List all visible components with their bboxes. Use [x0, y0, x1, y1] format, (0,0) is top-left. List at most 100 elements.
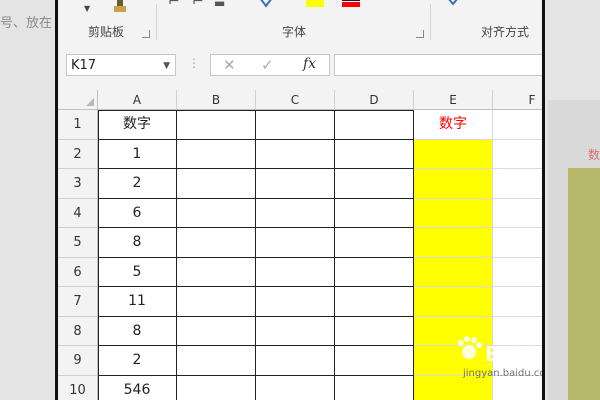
cell-e5[interactable]	[414, 228, 493, 258]
watermark: Baidu经验 jingyan.baidu.com	[455, 332, 545, 388]
chevron-down-icon[interactable]: ▼	[163, 55, 170, 77]
cell-e7[interactable]	[414, 287, 493, 317]
cell-b5[interactable]	[177, 228, 256, 258]
cancel-icon[interactable]: ✕	[223, 56, 236, 74]
formula-input[interactable]	[334, 54, 542, 76]
row-header[interactable]: 8	[58, 316, 98, 346]
cell-c1[interactable]	[256, 110, 335, 140]
cell-a10[interactable]: 546	[98, 375, 177, 400]
cell-f3[interactable]	[493, 169, 542, 199]
row-header[interactable]: 1	[58, 110, 98, 140]
cell-b8[interactable]	[177, 316, 256, 346]
row-header[interactable]: 3	[58, 169, 98, 199]
column-header-c[interactable]: C	[256, 90, 335, 110]
dropdown-arrow-icon[interactable]: ▼	[84, 4, 90, 13]
row-header[interactable]: 10	[58, 375, 98, 400]
cell-c2[interactable]	[256, 139, 335, 169]
cell-a3[interactable]: 2	[98, 169, 177, 199]
cell-b7[interactable]	[177, 287, 256, 317]
cell-c7[interactable]	[256, 287, 335, 317]
cell-a1[interactable]: 数字	[98, 110, 177, 140]
formula-bar: K17 ▼ ⋮ ✕ ✓ fx	[58, 44, 542, 91]
font-color-icon[interactable]	[342, 0, 360, 8]
cell-c3[interactable]	[256, 169, 335, 199]
cell-b2[interactable]	[177, 139, 256, 169]
cell-c9[interactable]	[256, 346, 335, 376]
row-header[interactable]: 4	[58, 198, 98, 228]
name-box-value: K17	[71, 58, 97, 73]
cell-c10[interactable]	[256, 375, 335, 400]
cell-b1[interactable]	[177, 110, 256, 140]
row-header[interactable]: 2	[58, 139, 98, 169]
cell-e2[interactable]	[414, 139, 493, 169]
cell-c6[interactable]	[256, 257, 335, 287]
cell-c8[interactable]	[256, 316, 335, 346]
row-header[interactable]: 7	[58, 287, 98, 317]
cell-a7[interactable]: 11	[98, 287, 177, 317]
fill-color-bucket-icon[interactable]	[306, 0, 324, 8]
ribbon-separator	[430, 4, 431, 40]
format-painter-icon[interactable]	[110, 0, 130, 14]
cell-a5[interactable]: 8	[98, 228, 177, 258]
cell-b9[interactable]	[177, 346, 256, 376]
cell-a2[interactable]: 1	[98, 139, 177, 169]
column-header-f[interactable]: F	[493, 90, 542, 110]
column-header-d[interactable]: D	[335, 90, 414, 110]
formula-bar-grip-icon[interactable]: ⋮	[188, 56, 200, 70]
cell-f1[interactable]	[493, 110, 542, 140]
alignment-group: 对齐方式	[432, 0, 542, 44]
select-all-corner[interactable]	[58, 90, 98, 110]
cell-d5[interactable]	[335, 228, 414, 258]
cell-d10[interactable]	[335, 375, 414, 400]
cell-d2[interactable]	[335, 139, 414, 169]
excel-window: ▼ 剪贴板 ⌐ ⌐ ▬ 字体 对齐方式 K17 ▼ ⋮ ✕ ✓ fx A B C…	[55, 0, 545, 400]
cell-f4[interactable]	[493, 199, 542, 228]
enter-icon[interactable]: ✓	[261, 56, 274, 74]
cell-d3[interactable]	[335, 169, 414, 199]
cell-a9[interactable]: 2	[98, 346, 177, 376]
cell-e3[interactable]	[414, 169, 493, 199]
column-header-e[interactable]: E	[414, 90, 493, 110]
row-header[interactable]: 9	[58, 346, 98, 376]
wrap-text-icon[interactable]	[446, 0, 460, 8]
cell-f6[interactable]	[493, 258, 542, 287]
cell-f5[interactable]	[493, 228, 542, 258]
cell-b10[interactable]	[177, 375, 256, 400]
table-border	[98, 138, 414, 140]
fill-color-icon[interactable]	[258, 0, 274, 8]
row-header[interactable]: 6	[58, 257, 98, 287]
cell-f7[interactable]	[493, 287, 542, 317]
cell-e6[interactable]	[414, 257, 493, 287]
watermark-url: jingyan.baidu.com	[463, 368, 545, 379]
cell-d4[interactable]	[335, 198, 414, 228]
cell-b4[interactable]	[177, 198, 256, 228]
insert-function-icon[interactable]: fx	[303, 56, 316, 72]
cell-d8[interactable]	[335, 316, 414, 346]
italic-icon[interactable]: ⌐	[192, 0, 204, 10]
cell-c4[interactable]	[256, 198, 335, 228]
clipboard-launcher-icon[interactable]	[142, 30, 150, 38]
cell-d6[interactable]	[335, 257, 414, 287]
watermark-text: Baidu经验	[485, 342, 542, 366]
cell-a4[interactable]: 6	[98, 198, 177, 228]
background-text: 号、放在	[0, 16, 53, 31]
cell-f2[interactable]	[493, 140, 542, 169]
name-box[interactable]: K17 ▼	[66, 54, 176, 76]
font-launcher-icon[interactable]	[416, 30, 424, 38]
bold-icon[interactable]: ⌐	[168, 0, 180, 10]
cell-e4[interactable]	[414, 198, 493, 228]
cell-b6[interactable]	[177, 257, 256, 287]
cell-d7[interactable]	[335, 287, 414, 317]
column-header-b[interactable]: B	[177, 90, 256, 110]
cell-a6[interactable]: 5	[98, 257, 177, 287]
row-header[interactable]: 5	[58, 228, 98, 258]
column-header-a[interactable]: A	[98, 90, 177, 110]
background-red-text: 数	[588, 148, 600, 162]
underline-icon[interactable]: ▬	[214, 0, 225, 10]
cell-e1[interactable]: 数字	[414, 110, 493, 140]
cell-d1[interactable]	[335, 110, 414, 140]
cell-a8[interactable]: 8	[98, 316, 177, 346]
cell-b3[interactable]	[177, 169, 256, 199]
cell-d9[interactable]	[335, 346, 414, 376]
cell-c5[interactable]	[256, 228, 335, 258]
